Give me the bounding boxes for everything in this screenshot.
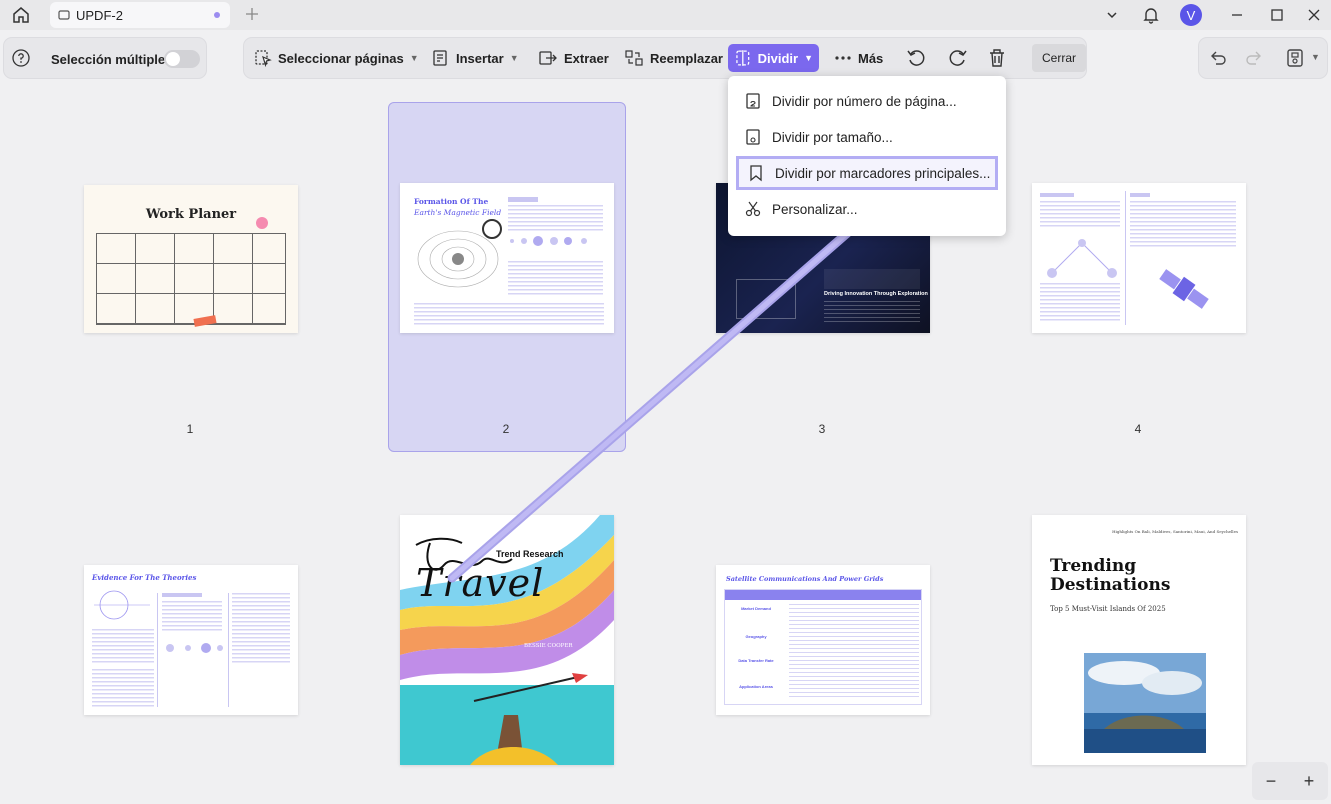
split-by-page-number-item[interactable]: Dividir por número de página... bbox=[736, 84, 998, 118]
bookmark-icon bbox=[750, 165, 762, 182]
split-by-bookmarks-item[interactable]: Dividir por marcadores principales... bbox=[736, 156, 998, 190]
file-size-icon bbox=[746, 129, 760, 145]
split-dropdown-menu: Dividir por número de página... Dividir … bbox=[728, 76, 1006, 236]
split-by-bookmarks-label: Dividir por marcadores principales... bbox=[775, 165, 991, 181]
scissors-icon bbox=[745, 201, 761, 217]
split-by-page-number-label: Dividir por número de página... bbox=[772, 93, 957, 109]
annotation-arrow bbox=[447, 203, 880, 583]
split-by-size-label: Dividir por tamaño... bbox=[772, 129, 893, 145]
zoom-control: − + bbox=[1252, 762, 1328, 800]
customize-split-label: Personalizar... bbox=[772, 201, 858, 217]
zoom-out-button[interactable]: − bbox=[1266, 771, 1277, 792]
customize-split-item[interactable]: Personalizar... bbox=[736, 192, 998, 226]
zoom-in-button[interactable]: + bbox=[1304, 771, 1315, 792]
split-by-size-item[interactable]: Dividir por tamaño... bbox=[736, 120, 998, 154]
page-number-icon bbox=[746, 93, 760, 109]
